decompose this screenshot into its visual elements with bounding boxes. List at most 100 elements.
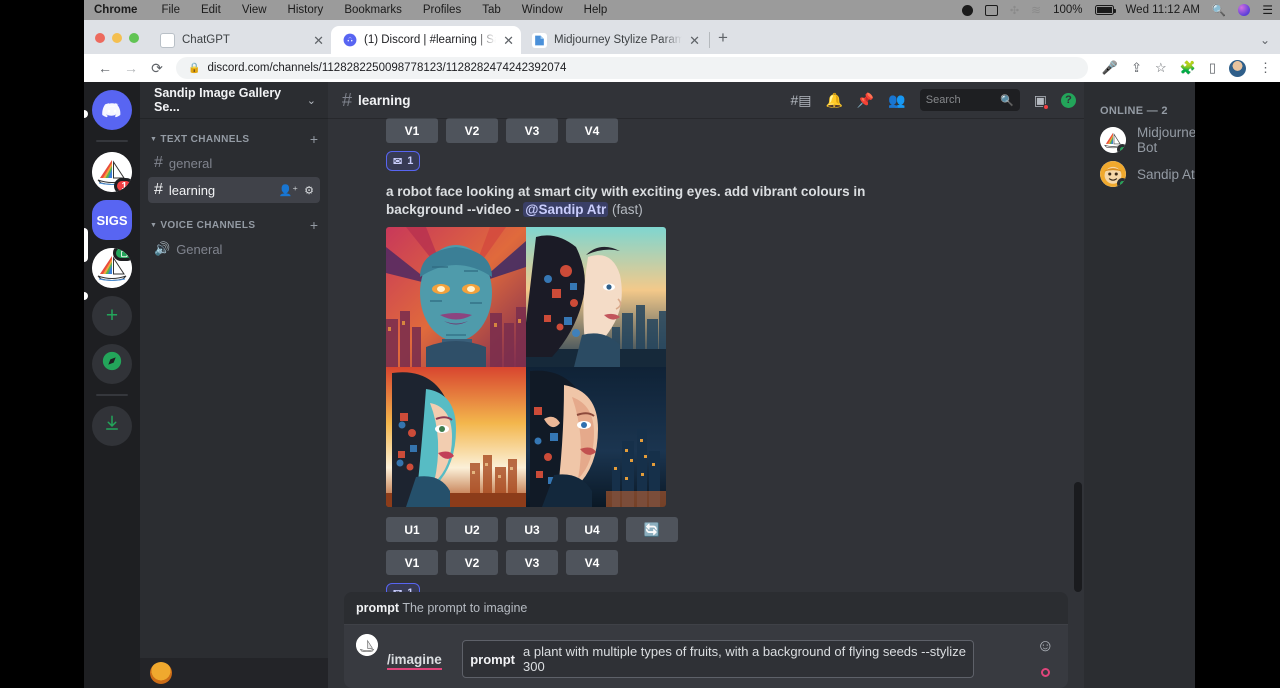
menubar-clock[interactable]: Wed 11:12 AM <box>1126 4 1200 16</box>
upscale-button[interactable]: U3 <box>506 517 558 542</box>
browser-tab-chatgpt[interactable]: ◉ ChatGPT ✕ <box>149 26 331 54</box>
menu-window[interactable]: Window <box>522 4 563 16</box>
message-reaction[interactable]: ✉ 1 <box>386 151 420 171</box>
server-rail: 1 SIGS ▢ + <box>84 82 140 688</box>
tab-close-icon[interactable]: ✕ <box>689 34 700 47</box>
bookmark-star-icon[interactable]: ☆ <box>1155 60 1167 76</box>
message-scrollbar[interactable] <box>1074 158 1082 592</box>
channel-settings-gear-icon[interactable]: ⚙ <box>304 184 314 197</box>
composer-body[interactable]: /imagine prompt a plant with multiple ty… <box>387 634 1056 678</box>
minimize-window-button[interactable] <box>112 33 122 43</box>
slash-command-token[interactable]: /imagine <box>387 652 442 670</box>
bluetooth-icon[interactable]: ✣ <box>1010 4 1019 17</box>
variation-button[interactable]: V1 <box>386 550 438 575</box>
variation-button[interactable]: V4 <box>566 118 618 143</box>
threads-icon[interactable]: #▤ <box>790 92 811 109</box>
upscale-button[interactable]: U1 <box>386 517 438 542</box>
screen-mirror-icon[interactable] <box>985 5 998 16</box>
profile-avatar[interactable] <box>1229 60 1246 77</box>
reload-icon[interactable]: ⟳ <box>144 60 170 77</box>
category-voice-channels[interactable]: ▼ VOICE CHANNELS + <box>140 204 328 235</box>
extensions-icon[interactable]: 🧩 <box>1180 60 1196 76</box>
param-label: prompt <box>470 652 515 667</box>
explore-servers-button[interactable] <box>92 344 132 384</box>
category-text-channels[interactable]: ▼ TEXT CHANNELS + <box>140 118 328 149</box>
menu-view[interactable]: View <box>242 4 267 16</box>
side-panel-icon[interactable]: ▯ <box>1209 60 1216 76</box>
inbox-icon[interactable]: ▣ <box>1034 92 1047 109</box>
forward-icon[interactable]: → <box>118 60 144 76</box>
server-midjourney[interactable]: 1 <box>92 152 132 192</box>
browser-tab-midjourney[interactable]: Midjourney Stylize Parameter ✕ <box>521 26 707 54</box>
spotlight-search-icon[interactable]: 🔍 <box>1212 3 1226 17</box>
menu-help[interactable]: Help <box>584 4 608 16</box>
variation-button[interactable]: V1 <box>386 118 438 143</box>
guild-header[interactable]: Sandip Image Gallery Se... ⌄ <box>140 82 328 118</box>
members-icon[interactable]: 👥 <box>888 92 905 109</box>
user-mention[interactable]: @Sandip Atr <box>523 202 608 217</box>
server-home-button[interactable] <box>92 90 132 130</box>
create-voice-channel-icon[interactable]: + <box>310 218 318 232</box>
wifi-icon[interactable]: ≋ <box>1031 3 1041 17</box>
menu-file[interactable]: File <box>161 4 180 16</box>
window-traffic-lights[interactable] <box>84 33 149 54</box>
server-midjourney-alt[interactable]: ▢ <box>92 248 132 288</box>
reroll-icon[interactable]: 🔄 <box>626 517 678 542</box>
download-apps-button[interactable] <box>92 406 132 446</box>
search-input[interactable]: Search 🔍 <box>920 89 1020 111</box>
image-quadrant-2[interactable] <box>526 227 666 367</box>
browser-tab-discord[interactable]: (1) Discord | #learning | Sandip ✕ <box>331 26 521 54</box>
image-quadrant-1[interactable] <box>386 227 526 367</box>
menu-profiles[interactable]: Profiles <box>423 4 461 16</box>
image-quadrant-3[interactable] <box>386 367 526 507</box>
generated-image-grid[interactable] <box>386 227 666 507</box>
upscale-button[interactable]: U2 <box>446 517 498 542</box>
back-icon[interactable]: ← <box>92 60 118 76</box>
pin-icon[interactable]: 📌 <box>857 92 874 109</box>
variation-button[interactable]: V2 <box>446 118 498 143</box>
add-server-button[interactable]: + <box>92 296 132 336</box>
chevron-down-icon[interactable]: ⌄ <box>307 94 316 107</box>
new-tab-button[interactable]: + <box>714 29 728 54</box>
avatar[interactable] <box>150 662 172 684</box>
maximize-window-button[interactable] <box>129 33 139 43</box>
variation-button[interactable]: V2 <box>446 550 498 575</box>
tab-close-icon[interactable]: ✕ <box>313 34 324 47</box>
menu-history[interactable]: History <box>288 4 324 16</box>
upscale-button[interactable]: U4 <box>566 517 618 542</box>
mic-icon[interactable]: 🎤 <box>1102 60 1118 76</box>
variation-button[interactable]: V4 <box>566 550 618 575</box>
user-panel[interactable] <box>140 658 328 688</box>
help-icon[interactable]: ? <box>1061 93 1076 108</box>
menu-edit[interactable]: Edit <box>201 4 221 16</box>
sidebar-channel-general[interactable]: # general <box>148 150 320 176</box>
tab-close-icon[interactable]: ✕ <box>503 34 514 47</box>
chrome-menu-icon[interactable]: ⋮ <box>1259 60 1272 76</box>
prompt-parameter-field[interactable]: prompt a plant with multiple types of fr… <box>462 640 974 678</box>
control-center-icon[interactable]: ☰ <box>1262 3 1272 17</box>
siri-icon[interactable] <box>1238 4 1250 16</box>
server-sigs[interactable]: SIGS <box>92 200 132 240</box>
record-icon[interactable] <box>962 5 973 16</box>
create-channel-icon[interactable]: + <box>310 132 318 146</box>
sidebar-channel-learning[interactable]: # learning 👤⁺ ⚙ <box>148 177 320 203</box>
notification-bell-icon[interactable]: 🔔 <box>825 92 842 109</box>
invite-member-icon[interactable]: 👤⁺ <box>279 184 299 197</box>
variation-button[interactable]: V3 <box>506 118 558 143</box>
menu-chrome[interactable]: Chrome <box>94 4 137 16</box>
close-window-button[interactable] <box>95 33 105 43</box>
sidebar-channel-voice-general[interactable]: 🔊 General <box>148 236 320 262</box>
tab-list-chevron-icon[interactable]: ⌄ <box>1256 34 1280 54</box>
scrollbar-thumb[interactable] <box>1074 482 1082 592</box>
emoji-smile-icon[interactable]: ☺ <box>1037 637 1054 654</box>
variation-button[interactable]: V3 <box>506 550 558 575</box>
menu-tab[interactable]: Tab <box>482 4 501 16</box>
menu-bookmarks[interactable]: Bookmarks <box>344 4 402 16</box>
server-unread-badge: 1 <box>114 178 132 192</box>
composer-input-area[interactable]: /imagine prompt a plant with multiple ty… <box>344 625 1068 688</box>
search-icon: 🔍 <box>1000 94 1014 107</box>
share-icon[interactable]: ⇪ <box>1131 60 1142 76</box>
address-bar[interactable]: 🔒 discord.com/channels/11282822500987781… <box>176 57 1088 79</box>
image-quadrant-4[interactable] <box>526 367 666 507</box>
category-label: ▼ VOICE CHANNELS <box>150 220 255 231</box>
